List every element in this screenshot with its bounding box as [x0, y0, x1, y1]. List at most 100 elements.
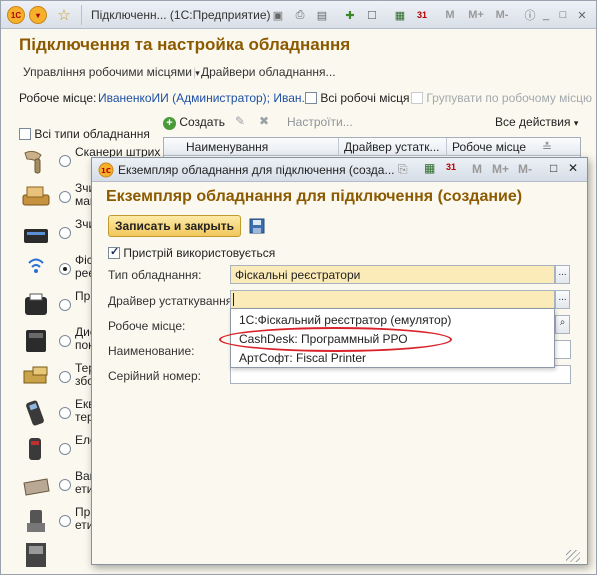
- workplace-link[interactable]: ИваненкоИИ (Администратор); Иван...: [98, 91, 312, 105]
- memory-m-button[interactable]: M: [472, 162, 482, 176]
- 1c-logo-icon: 1C: [98, 162, 114, 178]
- workplace-label: Робоче місце:: [108, 319, 186, 333]
- title-bar: 1C ▾ ☆ Підключенн... (1С:Предприятие) ▣ …: [1, 1, 596, 29]
- print-icon[interactable]: ⎙: [291, 6, 309, 24]
- drivers-button[interactable]: Драйвери обладнання...: [201, 65, 336, 79]
- command-separator: |: [193, 65, 197, 79]
- radio: [59, 191, 71, 203]
- radio: [59, 335, 71, 347]
- label-scale-icon: [23, 478, 50, 496]
- chevron-down-icon: ▾: [573, 118, 579, 128]
- group-by-label: Групувати по робочому місцю: [426, 91, 592, 105]
- add-icon: +: [163, 117, 176, 130]
- maximize-icon[interactable]: □: [550, 161, 557, 175]
- customer-display-icon: [26, 330, 46, 352]
- edit-icon[interactable]: ✎: [235, 114, 245, 128]
- rfid-reader-icon: [24, 229, 48, 243]
- close-icon[interactable]: ✕: [573, 6, 591, 24]
- workplace-search-button[interactable]: ⌕: [555, 315, 570, 334]
- print-preview-icon[interactable]: ▤: [313, 6, 331, 24]
- dropdown-option[interactable]: АртСофт: Fiscal Printer: [239, 351, 366, 365]
- create-label: Создать: [179, 115, 225, 129]
- favorite-star-icon[interactable]: ☆: [55, 6, 73, 24]
- checkbox-box: [411, 92, 423, 104]
- configure-button[interactable]: Настроїти...: [287, 115, 353, 129]
- delete-icon[interactable]: ✖: [259, 114, 269, 128]
- workplaces-menu-label: Управління робочими місцями: [23, 65, 192, 79]
- device-used-checkbox[interactable]: Пристрій використовується: [108, 245, 275, 260]
- type-field[interactable]: Фіскальні реєстратори: [230, 265, 555, 284]
- group-by-checkbox[interactable]: Групувати по робочому місцю: [411, 91, 592, 105]
- memory-minus-button[interactable]: M-: [518, 162, 532, 176]
- acquiring-terminal-icon: [26, 400, 44, 426]
- name-label: Наименование:: [108, 344, 195, 358]
- menu-arrow-icon[interactable]: ▾: [29, 6, 47, 24]
- minimize-icon[interactable]: _: [537, 6, 555, 24]
- dialog-title: Екземпляр обладнання для підключення (со…: [118, 163, 395, 177]
- scale-icon: [29, 438, 41, 460]
- add-favorite-icon[interactable]: ✚: [341, 6, 359, 24]
- column-name[interactable]: Наименування: [186, 140, 268, 154]
- 1c-logo-icon[interactable]: 1C: [7, 6, 25, 24]
- history-icon[interactable]: ☐: [363, 6, 381, 24]
- barcode-scanner-icon: [24, 150, 42, 174]
- save-icon[interactable]: [249, 218, 265, 234]
- radio: [59, 227, 71, 239]
- driver-field[interactable]: [230, 290, 555, 309]
- calculator-icon[interactable]: ▦: [424, 161, 435, 175]
- radio: [59, 371, 71, 383]
- receipt-printer-icon: [25, 293, 47, 315]
- equipment-instance-dialog: 1C Екземпляр обладнання для підключення …: [91, 157, 588, 565]
- column-separator: [446, 138, 447, 156]
- checkbox-box: [19, 128, 31, 140]
- all-places-checkbox[interactable]: Всі робочі місця: [305, 91, 410, 105]
- maximize-icon[interactable]: □: [554, 6, 572, 24]
- highlight-oval: [219, 327, 452, 352]
- radio: [59, 299, 71, 311]
- calendar-icon[interactable]: 31: [446, 162, 456, 172]
- table-header: Наименування Драйвер устатк... Робоче мі…: [164, 138, 580, 156]
- driver-select-button[interactable]: ...: [555, 290, 570, 309]
- memory-plus-button[interactable]: M+: [492, 162, 509, 176]
- memory-plus-button[interactable]: M+: [465, 6, 487, 24]
- dropdown-option[interactable]: 1С:Фіскальний реєстратор (емулятор): [239, 313, 451, 327]
- memory-m-button[interactable]: M: [441, 6, 459, 24]
- toolbar-separator: [81, 5, 82, 25]
- radio: [59, 443, 71, 455]
- all-actions-button[interactable]: Все действия ▾: [495, 115, 578, 129]
- save-and-close-button[interactable]: Записать и закрыть: [108, 215, 241, 237]
- all-places-label: Всі робочі місця: [320, 91, 410, 105]
- checkbox-box: [108, 245, 120, 259]
- svg-text:1C: 1C: [101, 167, 111, 175]
- radio: [59, 515, 71, 527]
- all-types-label: Всі типи обладнання: [34, 127, 150, 141]
- column-driver[interactable]: Драйвер устатк...: [344, 140, 439, 154]
- calendar-icon[interactable]: 31: [413, 6, 431, 24]
- save-icon[interactable]: ▣: [269, 6, 287, 24]
- all-actions-label: Все действия: [495, 115, 571, 129]
- memory-minus-button[interactable]: M-: [491, 6, 513, 24]
- card-reader-icon: [22, 186, 50, 206]
- serial-label: Серійний номер:: [108, 369, 201, 383]
- checkbox-box: [305, 92, 317, 104]
- close-icon[interactable]: ✕: [568, 161, 578, 175]
- table-toolbar: + Создать ✎ ✖ Настроїти... Все действия …: [163, 114, 581, 136]
- all-types-checkbox[interactable]: Всі типи обладнання: [19, 127, 150, 141]
- data-terminal-icon: [23, 366, 48, 384]
- create-button[interactable]: + Создать: [163, 115, 225, 130]
- sort-icon[interactable]: ≛: [542, 140, 552, 154]
- resize-grip[interactable]: [566, 550, 580, 562]
- dialog-title-bar: 1C Екземпляр обладнання для підключення …: [92, 158, 587, 182]
- workplace-label: Робоче місце:: [19, 91, 97, 105]
- text-cursor: [233, 293, 234, 306]
- link-icon[interactable]: ⎘: [398, 162, 408, 177]
- column-workplace[interactable]: Робоче місце: [452, 140, 526, 154]
- industrial-printer-icon: [26, 543, 46, 567]
- type-select-button[interactable]: ...: [555, 265, 570, 284]
- radio: [59, 155, 71, 167]
- radio-selected: [59, 263, 71, 275]
- type-label: Тип обладнання:: [108, 268, 202, 282]
- calculator-icon[interactable]: ▦: [391, 6, 409, 24]
- workplaces-menu-button[interactable]: Управління робочими місцями ▾: [23, 65, 200, 79]
- dialog-heading: Екземпляр обладнання для підключення (со…: [106, 188, 523, 205]
